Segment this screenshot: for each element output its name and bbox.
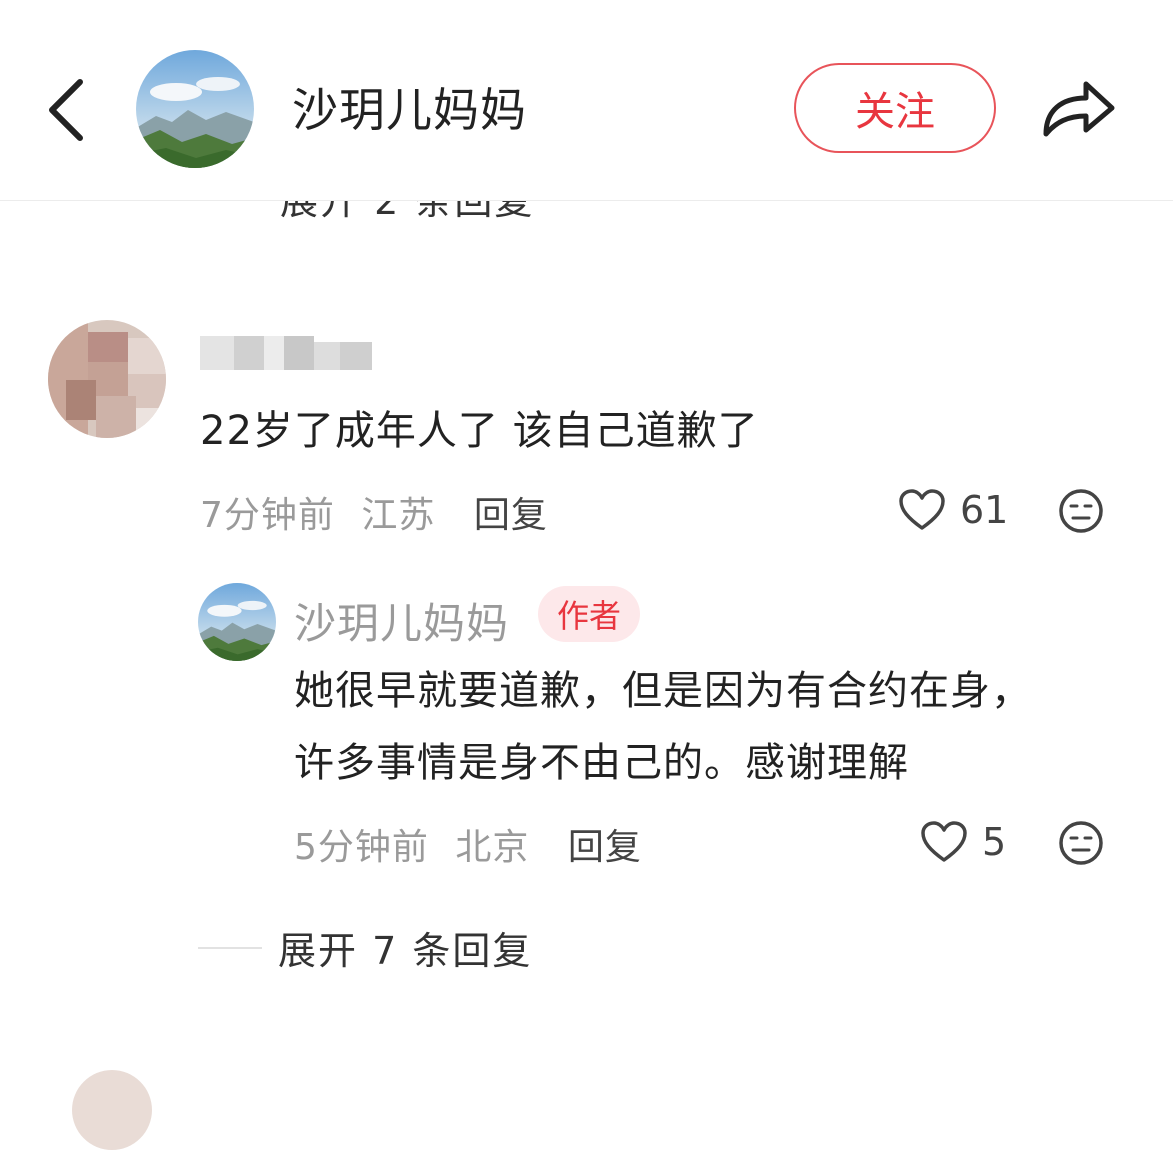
author-badge: 作者	[538, 586, 640, 642]
landscape-avatar-image	[136, 50, 254, 168]
next-commenter-avatar[interactable]	[72, 1070, 152, 1150]
expand-replies-button[interactable]: 展开 7 条回复	[198, 920, 532, 975]
comment-location: 江苏	[361, 495, 436, 536]
back-button[interactable]	[40, 72, 100, 148]
comment-like-count: 61	[960, 488, 1009, 532]
share-icon	[1043, 81, 1115, 137]
share-button[interactable]	[1036, 68, 1120, 148]
author-name: 沙玥儿妈妈	[292, 83, 527, 137]
reply-text-line-2: 许多事情是身不由己的。感谢理解	[294, 740, 909, 786]
blurred-avatar-image	[48, 320, 166, 438]
comment-like-button[interactable]: 61	[898, 488, 1008, 532]
back-icon	[49, 79, 83, 141]
comment-dislike-button[interactable]	[1058, 488, 1104, 534]
comment-reply-button[interactable]: 回复	[474, 495, 548, 536]
comment-time: 7分钟前	[200, 495, 335, 536]
dislike-face-icon	[1059, 489, 1103, 533]
reply-reply-button[interactable]: 回复	[568, 827, 642, 868]
reply-dislike-button[interactable]	[1058, 820, 1104, 866]
reply-like-count: 5	[982, 820, 1007, 864]
reply-time: 5分钟前	[294, 827, 429, 868]
comment-meta: 7分钟前 江苏 回复	[200, 486, 548, 538]
follow-button[interactable]: 关注	[794, 63, 996, 153]
commenter-avatar[interactable]	[48, 320, 166, 438]
reply-author-avatar[interactable]	[198, 583, 276, 661]
reply-like-button[interactable]: 5	[920, 820, 1006, 864]
heart-icon	[899, 489, 945, 530]
comment-text: 22岁了成年人了 该自己道歉了	[200, 408, 759, 454]
reply-author-name[interactable]: 沙玥儿妈妈	[294, 590, 509, 651]
heart-icon	[921, 821, 967, 862]
expand-replies-label: 展开 7 条回复	[278, 929, 533, 973]
reply-text-line-1: 她很早就要道歉，但是因为有合约在身，	[294, 668, 1032, 714]
blurred-commenter-name	[200, 316, 380, 376]
dislike-face-icon	[1059, 821, 1103, 865]
reply-location: 北京	[455, 827, 530, 868]
top-bar: 沙玥儿妈妈 关注	[0, 0, 1173, 201]
landscape-avatar-image	[198, 583, 276, 661]
author-avatar[interactable]	[136, 50, 254, 168]
expand-divider	[198, 946, 262, 949]
reply-meta: 5分钟前 北京 回复	[294, 818, 642, 870]
